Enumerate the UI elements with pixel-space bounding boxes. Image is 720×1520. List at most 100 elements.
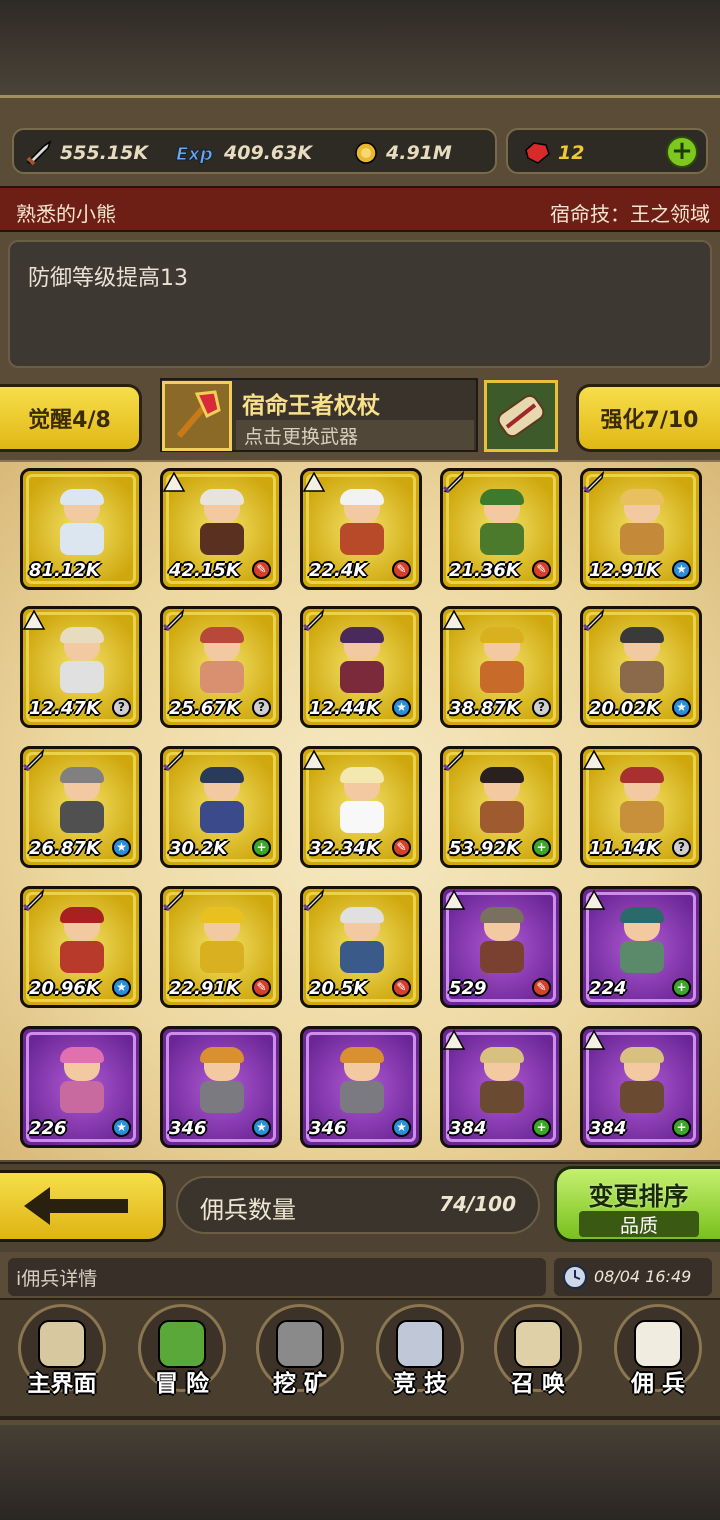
mercenary-card[interactable]: 384 +: [580, 1026, 702, 1148]
green-badge-icon: +: [532, 838, 551, 857]
mercenary-level: 26.87K: [29, 838, 100, 859]
red-badge-icon: ✎: [532, 978, 551, 997]
exp-resource: Exp 409.63K: [174, 140, 313, 166]
blue-badge-icon: ★: [392, 698, 411, 717]
mercenary-card[interactable]: 22.4K ✎: [300, 468, 422, 590]
mercenary-card[interactable]: 529 ✎: [440, 886, 562, 1008]
nav-item[interactable]: 冒 险: [122, 1298, 242, 1418]
mercenary-card[interactable]: 224 +: [580, 886, 702, 1008]
merc-details-label: i佣兵详情: [16, 1268, 98, 1290]
tent-tag-icon: [443, 609, 466, 630]
red-badge-icon: ✎: [252, 978, 271, 997]
add-gems-button[interactable]: +: [666, 136, 698, 168]
mercenary-card[interactable]: 20.02K ★: [580, 606, 702, 728]
tent-tag-icon: [443, 889, 466, 910]
mercenary-portrait: [334, 907, 390, 975]
tent-tag-icon: [443, 1029, 466, 1050]
sword-icon: [26, 140, 52, 166]
mercenary-card[interactable]: 12.47K?: [20, 606, 142, 728]
nav-item[interactable]: 挖 矿: [240, 1298, 360, 1418]
mercenary-card[interactable]: 53.92K +: [440, 746, 562, 868]
change-weapon-hint[interactable]: 点击更换武器: [236, 420, 474, 450]
mercenary-level: 21.36K: [449, 560, 520, 581]
mercenary-card[interactable]: 12.91K ★: [580, 468, 702, 590]
mercenary-level: 53.92K: [449, 838, 520, 859]
svg-text:Exp: Exp: [176, 144, 213, 165]
skill-scroll-icon[interactable]: [484, 380, 558, 452]
mercenary-level: 38.87K: [449, 698, 520, 719]
blue-badge-icon: ★: [672, 560, 691, 579]
mercenary-level: 346: [169, 1118, 207, 1139]
green-badge-icon: +: [672, 978, 691, 997]
mercenary-card[interactable]: 42.15K ✎: [160, 468, 282, 590]
exp-icon: Exp: [176, 144, 214, 166]
tent-tag-icon: [583, 749, 606, 770]
gold-coin-icon: [355, 142, 377, 164]
mercenary-card[interactable]: 226 ★: [20, 1026, 142, 1148]
mercenary-level: 20.96K: [29, 978, 100, 999]
mercenary-card[interactable]: 32.34K ✎: [300, 746, 422, 868]
awaken-button[interactable]: 觉醒4/8: [0, 384, 142, 452]
mercenary-level: 384: [449, 1118, 487, 1139]
mercenary-card[interactable]: 346 ★: [160, 1026, 282, 1148]
nav-item[interactable]: 召 唤: [478, 1298, 598, 1418]
mercenary-card[interactable]: 384 +: [440, 1026, 562, 1148]
mercenary-level: 22.91K: [169, 978, 240, 999]
mercenary-level: 12.44K: [309, 698, 380, 719]
gem-bar: 12 +: [506, 128, 708, 174]
mercenary-level: 11.14K: [589, 838, 660, 859]
gem-value: 12: [558, 142, 585, 164]
mercenary-card[interactable]: 26.87K ★: [20, 746, 142, 868]
mercenary-level: 22.4K: [309, 560, 368, 581]
mercenary-card[interactable]: 30.2K +: [160, 746, 282, 868]
mercenary-level: 224: [589, 978, 627, 999]
mercenary-card[interactable]: 38.87K?: [440, 606, 562, 728]
attack-resource: 555.15K: [24, 140, 148, 166]
clock-bar: 08/04 16:49: [554, 1258, 712, 1296]
sword-tag-icon: [163, 889, 185, 912]
mercenary-card[interactable]: 12.44K ★: [300, 606, 422, 728]
nav-item[interactable]: 佣 兵: [598, 1298, 718, 1418]
mercenary-level: 346: [309, 1118, 347, 1139]
hero-name: 熟悉的小熊: [16, 202, 116, 226]
tent-tag-icon: [23, 609, 46, 630]
mercenary-card[interactable]: 20.5K ✎: [300, 886, 422, 1008]
back-button[interactable]: [0, 1170, 166, 1242]
mercenary-level: 20.5K: [309, 978, 368, 999]
mercenary-card[interactable]: 21.36K ✎: [440, 468, 562, 590]
nav-item[interactable]: 竞 技: [360, 1298, 480, 1418]
mercenary-level: 20.02K: [589, 698, 660, 719]
sword-tag-icon: [23, 889, 45, 912]
red-badge-icon: ✎: [392, 560, 411, 579]
mercenary-level: 30.2K: [169, 838, 228, 859]
ruby-icon: [525, 142, 550, 164]
mercenary-portrait: [54, 489, 110, 557]
mercenary-portrait: [194, 907, 250, 975]
blue-badge-icon: ★: [392, 1118, 411, 1137]
sort-mode: 品质: [579, 1211, 699, 1237]
tent-tag-icon: [583, 1029, 606, 1050]
mercenary-portrait: [194, 627, 250, 695]
scepter-icon[interactable]: [162, 381, 232, 451]
mercenary-portrait: [334, 489, 390, 557]
nav-label: 主界面: [27, 1371, 97, 1397]
mercenary-portrait: [54, 1047, 110, 1115]
blue-badge-icon: ★: [112, 978, 131, 997]
mercenary-card[interactable]: 22.91K ✎: [160, 886, 282, 1008]
background-top: [0, 0, 720, 95]
red-badge-icon: ✎: [532, 560, 551, 579]
hero-banner: 熟悉的小熊 宿命技：王之领域: [0, 186, 720, 232]
mercenary-card[interactable]: 11.14K?: [580, 746, 702, 868]
upgrade-label: 强化7/10: [600, 408, 699, 433]
mercenary-card[interactable]: 20.96K ★: [20, 886, 142, 1008]
sort-button[interactable]: 变更排序 品质: [554, 1166, 720, 1242]
mercenary-card[interactable]: 81.12K: [20, 468, 142, 590]
upgrade-button[interactable]: 强化7/10: [576, 384, 720, 452]
mercenary-card[interactable]: 346 ★: [300, 1026, 422, 1148]
mercenary-card[interactable]: 25.67K?: [160, 606, 282, 728]
tent-tag-icon: [303, 471, 326, 492]
nav-item[interactable]: 主界面: [2, 1298, 122, 1418]
nav-label: 佣 兵: [630, 1371, 685, 1397]
merc-details-bar[interactable]: i佣兵详情: [8, 1258, 546, 1296]
mercenary-portrait: [54, 627, 110, 695]
